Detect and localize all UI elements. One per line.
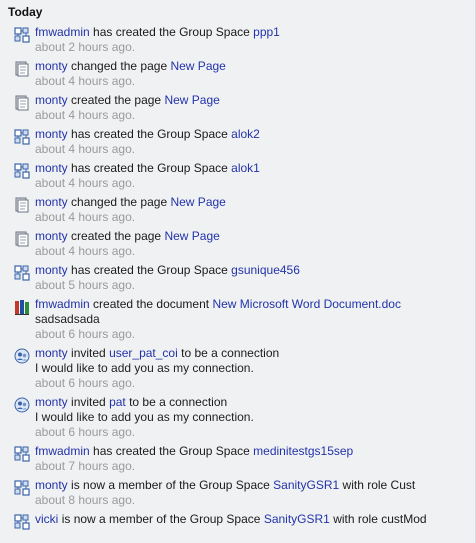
activity-text: has created the Group Space [71, 161, 228, 175]
group-space-icon [14, 514, 30, 530]
target-link[interactable]: New Page [164, 229, 219, 243]
target-link[interactable]: medinitestgs15sep [253, 444, 353, 458]
activity-text: has created the Group Space [71, 263, 228, 277]
activity-text: invited [71, 346, 106, 360]
activity-text: invited [71, 395, 106, 409]
target-link[interactable]: New Page [170, 59, 225, 73]
activity-text: is now a member of the Group Space [71, 478, 270, 492]
group-space-icon [14, 163, 30, 179]
activity-timestamp: about 4 hours ago. [35, 142, 136, 156]
activity-timestamp: about 8 hours ago. [35, 493, 136, 507]
activity-suffix: to be a connection [129, 395, 228, 409]
target-link[interactable]: user_pat_coi [109, 346, 178, 360]
activity-suffix: with role Cust [342, 478, 416, 492]
activity-timestamp: about 4 hours ago. [35, 176, 136, 190]
actor-link[interactable]: monty [35, 395, 68, 409]
page-icon [14, 95, 30, 111]
target-link[interactable]: SanityGSR1 [264, 512, 330, 526]
activity-timestamp: about 6 hours ago. [35, 425, 136, 439]
target-link[interactable]: ppp1 [253, 25, 280, 39]
activity-text: has created the Group Space [71, 127, 228, 141]
activity-timestamp: about 2 hours ago. [35, 40, 136, 54]
activity-suffix: to be a connection [181, 346, 280, 360]
activity-timestamp: about 4 hours ago. [35, 244, 136, 258]
activity-line: vicki is now a member of the Group Space… [35, 511, 427, 528]
target-link[interactable]: gsunique456 [231, 263, 300, 277]
actor-link[interactable]: monty [35, 346, 68, 360]
activity-timestamp: about 6 hours ago. [35, 376, 136, 390]
page-icon [14, 197, 30, 213]
page-icon [14, 61, 30, 77]
target-link[interactable]: New Page [170, 195, 225, 209]
target-link[interactable]: alok1 [231, 161, 260, 175]
activity-text: created the document [93, 297, 210, 311]
page-icon [14, 231, 30, 247]
actor-link[interactable]: monty [35, 161, 68, 175]
activity-timestamp: about 6 hours ago. [35, 327, 136, 341]
actor-link[interactable]: monty [35, 263, 68, 277]
activity-timestamp: about 4 hours ago. [35, 74, 136, 88]
actor-link[interactable]: monty [35, 229, 68, 243]
connection-icon [14, 397, 30, 413]
activity-text: changed the page [71, 59, 168, 73]
target-link[interactable]: pat [109, 395, 126, 409]
activity-text: created the page [71, 93, 162, 107]
group-space-icon [14, 265, 30, 281]
target-link[interactable]: New Microsoft Word Document.doc [212, 297, 401, 311]
actor-link[interactable]: monty [35, 93, 68, 107]
group-space-icon [14, 27, 30, 43]
activity-suffix: with role custMod [333, 512, 427, 526]
target-link[interactable]: alok2 [231, 127, 260, 141]
actor-link[interactable]: monty [35, 195, 68, 209]
target-link[interactable]: New Page [164, 93, 219, 107]
activity-text: created the page [71, 229, 162, 243]
activity-text: has created the Group Space [93, 25, 250, 39]
actor-link[interactable]: monty [35, 59, 68, 73]
activity-timestamp: about 7 hours ago. [35, 459, 136, 473]
activity-timestamp: about 4 hours ago. [35, 108, 136, 122]
activity-timestamp: about 5 hours ago. [35, 278, 136, 292]
actor-link[interactable]: monty [35, 478, 68, 492]
activity-text: has created the Group Space [93, 444, 250, 458]
activity-text: is now a member of the Group Space [61, 512, 261, 526]
target-link[interactable]: SanityGSR1 [273, 478, 339, 492]
connection-icon [14, 348, 30, 364]
actor-link[interactable]: fmwadmin [35, 25, 90, 39]
actor-link[interactable]: fmwadmin [35, 444, 90, 458]
group-space-icon [14, 129, 30, 145]
actor-link[interactable]: monty [35, 127, 68, 141]
group-space-icon [14, 446, 30, 462]
activity-text: changed the page [71, 195, 168, 209]
activity-timestamp: about 4 hours ago. [35, 210, 136, 224]
group-space-icon [14, 480, 30, 496]
day-header: Today [8, 5, 43, 19]
actor-link[interactable]: fmwadmin [35, 297, 90, 311]
actor-link[interactable]: vicki [35, 512, 58, 526]
document-icon [14, 299, 30, 315]
activity-stream-panel: Today fmwadmin has created the Group Spa… [0, 0, 476, 543]
